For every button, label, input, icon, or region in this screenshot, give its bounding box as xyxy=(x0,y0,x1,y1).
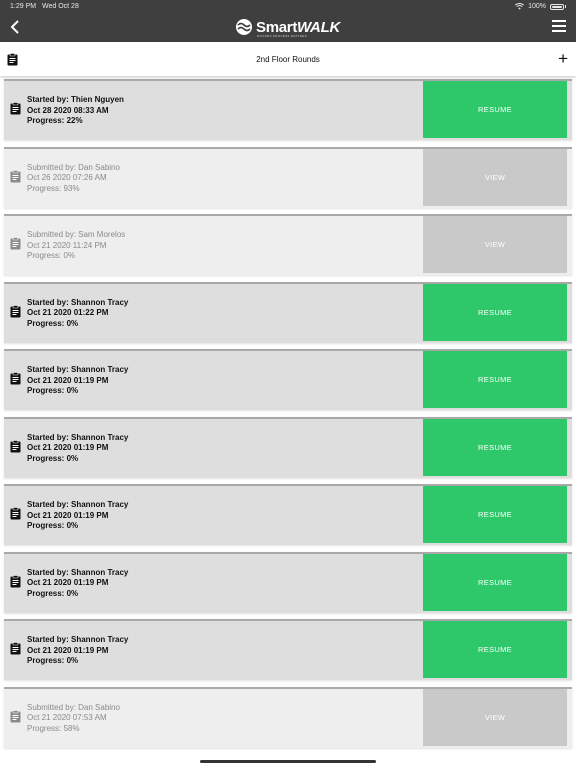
round-datetime: Oct 21 2020 11:24 PM xyxy=(27,240,107,250)
round-progress: Progress: 58% xyxy=(27,723,80,733)
navigation-bar: 1:29 PM Wed Oct 28 100% SmartWALK ROUNDS… xyxy=(0,0,576,42)
status-bar: 1:29 PM Wed Oct 28 100% xyxy=(0,0,576,13)
round-progress: Progress: 0% xyxy=(27,318,79,328)
hamburger-line xyxy=(552,25,566,27)
round-author: Started by: Shannon Tracy xyxy=(27,500,129,509)
round-author: Submitted by: Dan Sabino xyxy=(27,702,120,712)
status-right: 100% xyxy=(515,3,566,10)
clipboard-icon xyxy=(10,237,21,250)
round-info: Started by: Shannon Tracy Oct 21 2020 01:… xyxy=(27,568,128,600)
round-datetime: Oct 21 2020 01:19 PM xyxy=(27,578,109,587)
round-info: Submitted by: Dan Sabino Oct 26 2020 07:2… xyxy=(27,163,120,195)
logo-tagline: ROUNDS PROCESS MATTERS xyxy=(257,34,308,38)
round-datetime: Oct 21 2020 01:22 PM xyxy=(27,308,109,317)
globe-logo-icon xyxy=(236,19,252,35)
view-button[interactable]: VIEW xyxy=(423,148,567,206)
page-title: 2nd Floor Rounds xyxy=(256,55,320,64)
resume-button[interactable]: RESUME xyxy=(423,351,567,408)
resume-button[interactable]: RESUME xyxy=(423,553,567,611)
round-author: Started by: Shannon Tracy xyxy=(27,567,129,577)
hamburger-line xyxy=(552,30,566,32)
round-row[interactable]: Submitted by: Sam Morelos Oct 21 2020 11:… xyxy=(4,214,572,275)
round-row[interactable]: Started by: Thien Nguyen Oct 28 2020 08:3… xyxy=(4,79,572,140)
round-datetime: Oct 21 2020 07:53 AM xyxy=(27,713,107,722)
clipboard-icon xyxy=(10,574,21,587)
clipboard-icon xyxy=(10,102,21,115)
resume-button[interactable]: RESUME xyxy=(423,621,567,678)
round-progress: Progress: 22% xyxy=(27,116,83,125)
round-row[interactable]: Started by: Shannon Tracy Oct 21 2020 01:… xyxy=(4,484,572,545)
resume-button[interactable]: RESUME xyxy=(423,486,567,543)
round-info: Started by: Shannon Tracy Oct 21 2020 01:… xyxy=(27,365,128,397)
round-row[interactable]: Started by: Shannon Tracy Oct 21 2020 01:… xyxy=(4,416,572,478)
round-info: Submitted by: Dan Sabino Oct 21 2020 07:5… xyxy=(27,703,120,735)
round-author: Started by: Shannon Tracy xyxy=(27,635,129,644)
smartwalk-logo: SmartWALK ROUNDS PROCESS MATTERS xyxy=(235,16,340,38)
round-row[interactable]: Started by: Shannon Tracy Oct 21 2020 01:… xyxy=(4,619,572,680)
round-author: Started by: Shannon Tracy xyxy=(27,432,129,442)
round-progress: Progress: 0% xyxy=(27,521,79,530)
add-round-button[interactable]: + xyxy=(558,50,568,67)
battery-icon xyxy=(550,3,564,10)
clipboard-icon xyxy=(10,507,21,520)
round-author: Started by: Shannon Tracy xyxy=(27,365,129,374)
view-button[interactable]: VIEW xyxy=(423,688,567,746)
round-row[interactable]: Submitted by: Dan Sabino Oct 21 2020 07:5… xyxy=(4,686,572,748)
round-author: Submitted by: Sam Morelos xyxy=(27,230,126,239)
round-datetime: Oct 21 2020 01:19 PM xyxy=(27,510,109,520)
clipboard-icon xyxy=(10,169,21,182)
resume-button[interactable]: RESUME xyxy=(423,418,567,476)
resume-button[interactable]: RESUME xyxy=(423,283,567,341)
clipboard-icon xyxy=(10,642,21,655)
home-indicator xyxy=(200,760,376,763)
round-progress: Progress: 0% xyxy=(27,453,79,463)
round-datetime: Oct 21 2020 01:19 PM xyxy=(27,645,109,655)
round-progress: Progress: 0% xyxy=(27,656,79,665)
battery-percent: 100% xyxy=(528,3,546,10)
round-row[interactable]: Started by: Shannon Tracy Oct 21 2020 01:… xyxy=(4,551,572,613)
round-info: Started by: Shannon Tracy Oct 21 2020 01:… xyxy=(27,635,128,667)
round-datetime: Oct 21 2020 01:19 PM xyxy=(27,443,109,452)
view-button[interactable]: VIEW xyxy=(423,216,567,273)
clipboard-icon xyxy=(10,372,21,385)
status-date: Wed Oct 28 xyxy=(42,3,79,10)
round-progress: Progress: 0% xyxy=(27,386,79,395)
clipboard-icon xyxy=(10,304,21,317)
round-info: Submitted by: Sam Morelos Oct 21 2020 11:… xyxy=(27,230,125,262)
round-info: Started by: Shannon Tracy Oct 21 2020 01:… xyxy=(27,500,128,532)
logo-wordmark: SmartWALK xyxy=(256,18,340,36)
back-button[interactable] xyxy=(6,17,22,37)
round-progress: Progress: 0% xyxy=(27,588,79,598)
round-info: Started by: Shannon Tracy Oct 21 2020 01:… xyxy=(27,298,128,330)
status-time: 1:29 PM xyxy=(10,3,37,10)
round-author: Submitted by: Dan Sabino xyxy=(27,162,120,172)
round-author: Started by: Thien Nguyen xyxy=(27,95,124,104)
clipboard-icon xyxy=(10,439,21,452)
round-datetime: Oct 28 2020 08:33 AM xyxy=(27,105,109,115)
round-info: Started by: Thien Nguyen Oct 28 2020 08:3… xyxy=(27,95,124,127)
round-progress: Progress: 0% xyxy=(27,251,76,260)
round-author: Started by: Shannon Tracy xyxy=(27,297,129,307)
round-info: Started by: Shannon Tracy Oct 21 2020 01:… xyxy=(27,433,128,465)
rounds-header: 2nd Floor Rounds + xyxy=(0,42,576,76)
round-datetime: Oct 26 2020 07:26 AM xyxy=(27,173,107,182)
round-datetime: Oct 21 2020 01:19 PM xyxy=(27,375,109,385)
chevron-left-icon xyxy=(10,20,19,34)
round-row[interactable]: Started by: Shannon Tracy Oct 21 2020 01:… xyxy=(4,281,572,343)
clipboard-icon xyxy=(10,709,21,722)
menu-button[interactable] xyxy=(552,20,566,34)
resume-button[interactable]: RESUME xyxy=(423,81,567,138)
round-progress: Progress: 93% xyxy=(27,183,80,193)
round-row[interactable]: Started by: Shannon Tracy Oct 21 2020 01:… xyxy=(4,349,572,410)
hamburger-line xyxy=(552,20,566,22)
round-row[interactable]: Submitted by: Dan Sabino Oct 26 2020 07:2… xyxy=(4,146,572,208)
wifi-icon xyxy=(515,3,525,10)
